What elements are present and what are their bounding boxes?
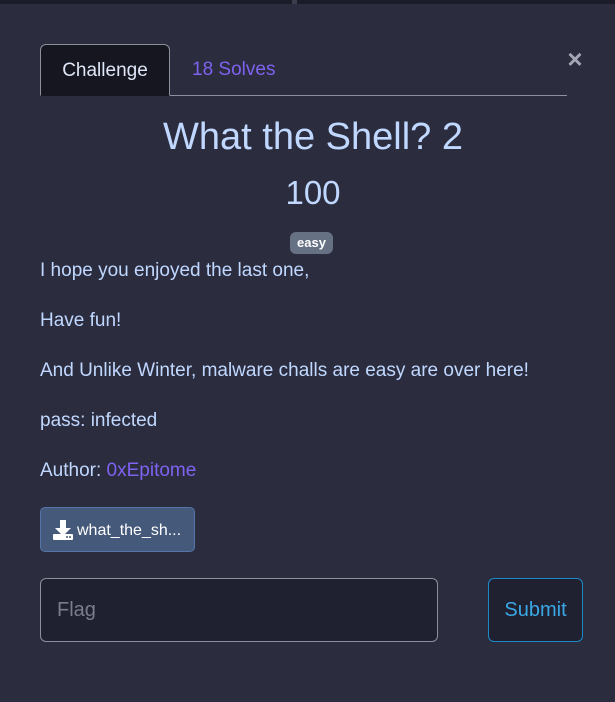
author-line: Author: 0xEpitome <box>40 459 196 483</box>
tab-challenge[interactable]: Challenge <box>40 44 170 96</box>
challenge-value: 100 <box>285 174 341 211</box>
author-label: Author: <box>40 460 107 481</box>
submit-button[interactable]: Submit <box>488 578 583 642</box>
download-icon <box>53 520 73 540</box>
flag-input[interactable] <box>40 578 438 642</box>
download-file-button[interactable]: what_the_sh... <box>40 507 195 552</box>
description-line: And Unlike Winter, malware challs are ea… <box>40 360 529 381</box>
author-link[interactable]: 0xEpitome <box>107 460 197 481</box>
tab-solves[interactable]: 18 Solves <box>192 44 275 95</box>
difficulty-badge: easy <box>290 232 333 254</box>
file-name: what_the_sh... <box>77 522 182 539</box>
close-icon[interactable]: × <box>564 46 586 72</box>
modal-tabs: Challenge 18 Solves <box>40 44 567 96</box>
description-line: I hope you enjoyed the last one, <box>40 260 310 281</box>
challenge-title: What the Shell? 2 <box>163 116 463 158</box>
description-line: pass: infected <box>40 410 158 431</box>
description-line: Have fun! <box>40 310 122 331</box>
